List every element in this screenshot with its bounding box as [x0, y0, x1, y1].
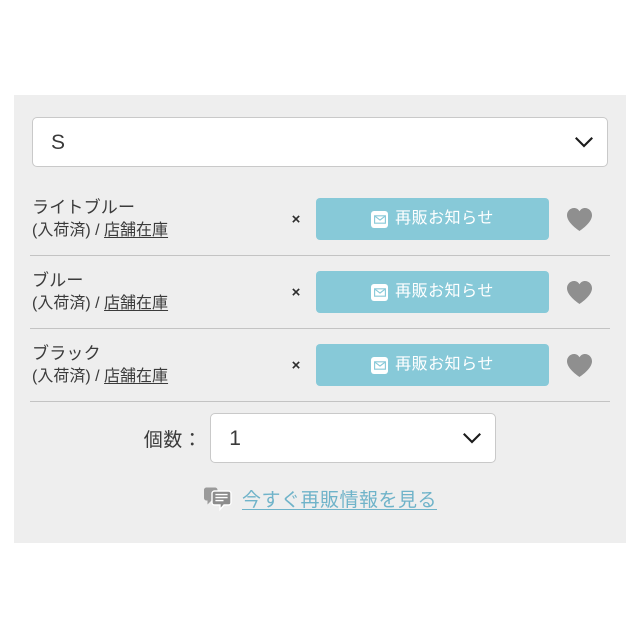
variant-stock-status: (入荷済) — [32, 367, 91, 385]
times-symbol: × — [291, 356, 301, 374]
variant-row-list: ライトブルー (入荷済) / 店舗在庫 × 再販お知らせ ブルー (入荷済) /… — [30, 183, 610, 402]
variant-color-name: ブルー — [32, 270, 84, 290]
restock-info-link-row: 今すぐ再販情報を見る — [14, 485, 626, 512]
times-symbol: × — [291, 210, 301, 228]
quantity-section: 個数： 1 — [14, 413, 626, 463]
restock-notify-label: 再販お知らせ — [395, 210, 494, 227]
restock-notify-label: 再販お知らせ — [395, 283, 494, 300]
heart-icon — [567, 280, 592, 304]
variant-separator: / — [95, 294, 100, 312]
quantity-label: 個数： — [143, 429, 203, 451]
store-stock-link[interactable]: 店舗在庫 — [104, 368, 168, 385]
times-symbol: × — [291, 283, 301, 301]
variant-separator: / — [95, 367, 100, 385]
restock-notify-button[interactable]: 再販お知らせ — [316, 344, 549, 386]
variant-stock-line: (入荷済) / 店舗在庫 — [32, 366, 276, 389]
favorite-button[interactable] — [549, 280, 610, 305]
chevron-down-icon — [575, 136, 593, 148]
variant-stock-status: (入荷済) — [32, 294, 91, 312]
restock-notify-label: 再販お知らせ — [395, 356, 494, 373]
quantity-select[interactable]: 1 — [210, 413, 497, 463]
heart-icon — [567, 353, 592, 377]
variant-color-name: ライトブルー — [32, 197, 136, 217]
size-select-value: S — [51, 130, 66, 154]
size-select[interactable]: S — [32, 117, 608, 167]
table-row: ライトブルー (入荷済) / 店舗在庫 × 再販お知らせ — [30, 183, 610, 256]
variant-color-name: ブラック — [32, 343, 101, 363]
envelope-icon — [371, 356, 389, 374]
favorite-button[interactable] — [549, 207, 610, 232]
envelope-icon — [371, 210, 389, 228]
restock-notify-button[interactable]: 再販お知らせ — [316, 271, 549, 313]
chevron-down-icon — [463, 432, 482, 444]
variant-separator: / — [95, 221, 100, 239]
chat-bubbles-icon — [203, 487, 232, 511]
variant-label-group: ブルー (入荷済) / 店舗在庫 — [30, 269, 276, 316]
variant-selector-panel: S ライトブルー (入荷済) / 店舗在庫 × 再販お知らせ ブルー (入荷済)… — [14, 95, 626, 543]
table-row: ブラック (入荷済) / 店舗在庫 × 再販お知らせ — [30, 329, 610, 402]
variant-stock-line: (入荷済) / 店舗在庫 — [32, 220, 276, 243]
quantity-select-value: 1 — [229, 426, 241, 450]
variant-stock-status: (入荷済) — [32, 221, 91, 239]
store-stock-link[interactable]: 店舗在庫 — [104, 295, 168, 312]
restock-info-link[interactable]: 今すぐ再販情報を見る — [242, 485, 437, 512]
store-stock-link[interactable]: 店舗在庫 — [104, 222, 168, 239]
favorite-button[interactable] — [549, 353, 610, 378]
variant-label-group: ライトブルー (入荷済) / 店舗在庫 — [30, 196, 276, 243]
envelope-icon — [371, 283, 389, 301]
restock-notify-button[interactable]: 再販お知らせ — [316, 198, 549, 240]
variant-label-group: ブラック (入荷済) / 店舗在庫 — [30, 342, 276, 389]
variant-stock-line: (入荷済) / 店舗在庫 — [32, 293, 276, 316]
heart-icon — [567, 207, 592, 231]
table-row: ブルー (入荷済) / 店舗在庫 × 再販お知らせ — [30, 256, 610, 329]
